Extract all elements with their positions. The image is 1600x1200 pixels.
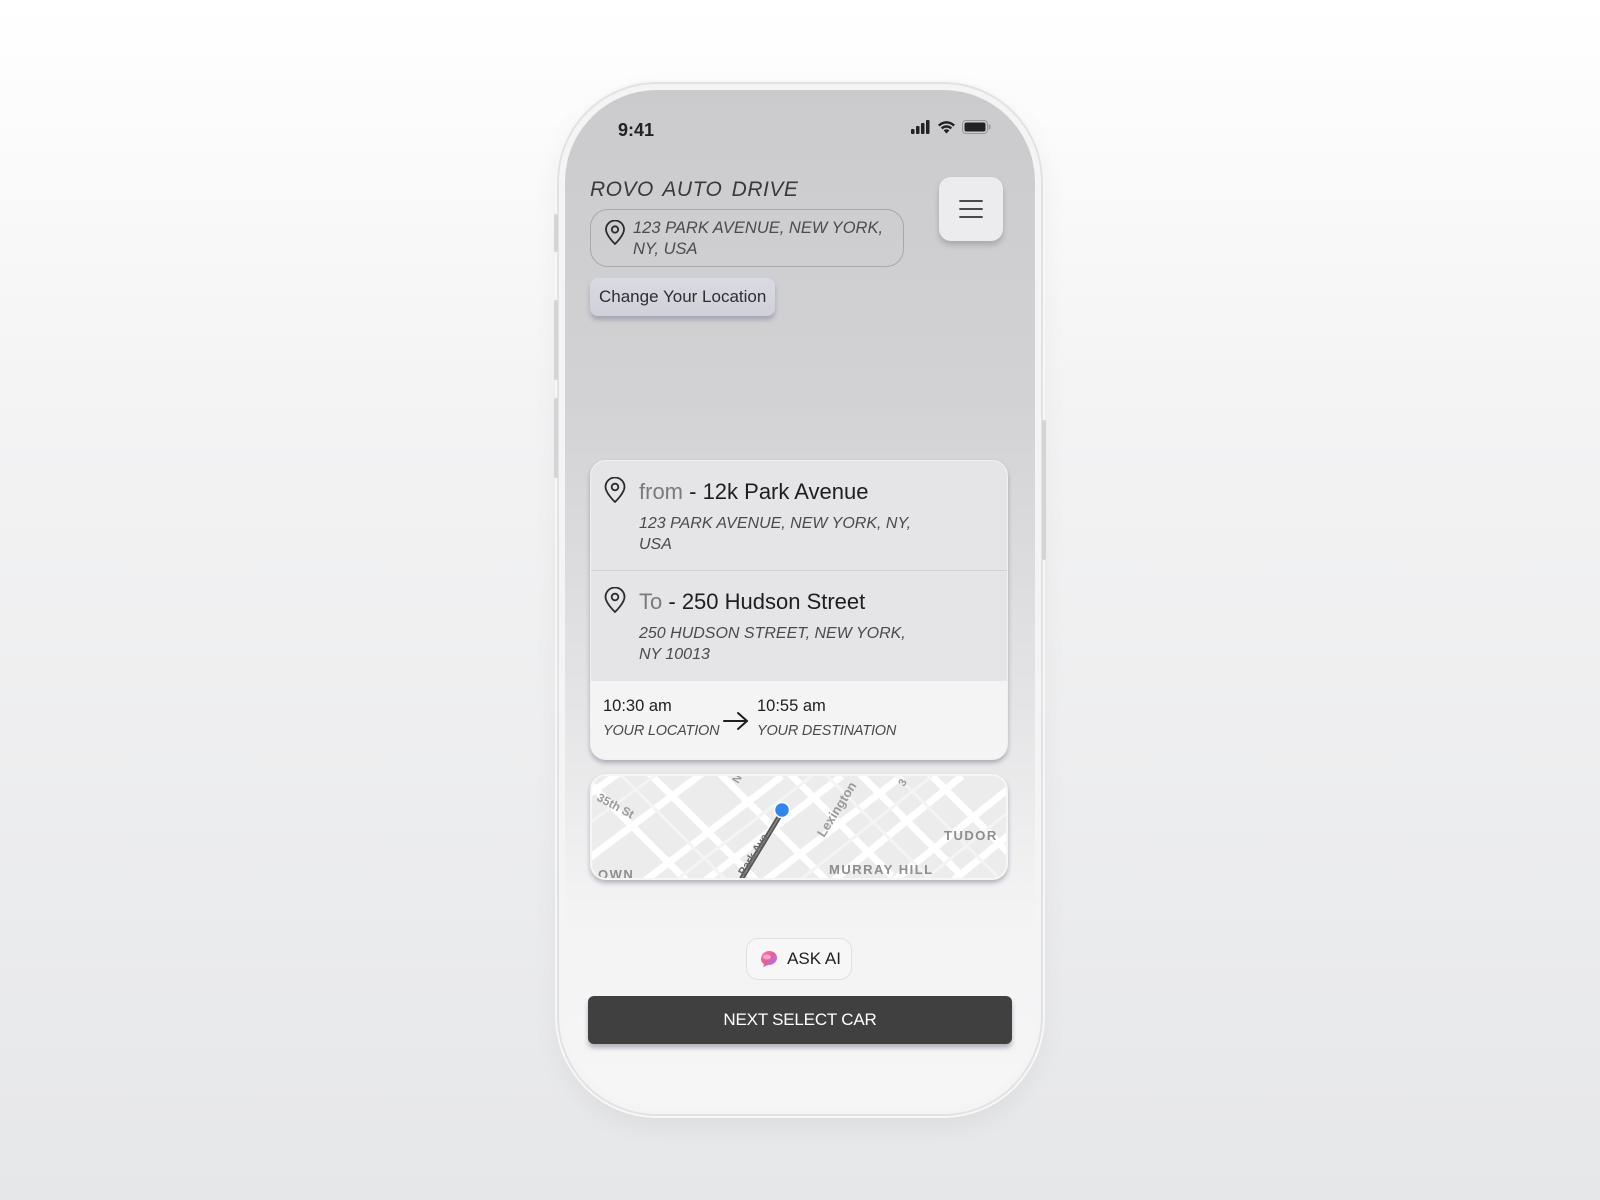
map-canvas: 35th St Lexington Park Ave TUDOR MURRAY … [592,776,1006,878]
map-label-town: OWN [598,867,634,878]
pickup-address: 123 PARK AVENUE, NEW YORK, NY, USA [639,515,912,553]
dropoff-pin-icon [603,586,627,619]
departure-label: YOUR LOCATION [603,723,720,739]
next-select-car-button[interactable]: NEXT SELECT CAR [588,996,1012,1044]
dropoff-name: - 250 Hudson Street [668,589,866,614]
trip-summary-card: from - 12k Park Avenue 123 PARK AVENUE, … [590,460,1008,760]
arrow-right-icon [723,711,749,736]
location-pin-icon [603,219,627,251]
battery-icon [962,120,991,134]
phone-frame: 9:41 ROVO AUTO DRIVE 123 PARK AVENUE, NE… [559,84,1041,1114]
mute-switch [554,214,558,252]
app-screen: 9:41 ROVO AUTO DRIVE 123 PARK AVENUE, NE… [565,90,1035,1108]
dropoff-row[interactable]: To - 250 Hudson Street 250 HUDSON STREET… [591,571,1007,681]
dropoff-prefix: To [639,589,663,614]
dropoff-address: 250 HUDSON STREET, NEW YORK, NY 10013 [639,625,906,663]
current-location-text: 123 PARK AVENUE, NEW YORK, NY, USA [633,219,884,258]
arrival-label: YOUR DESTINATION [757,723,897,739]
change-location-button[interactable]: Change Your Location [590,278,776,316]
ask-ai-label: ASK AI [787,949,841,968]
status-time: 9:41 [618,120,655,140]
app-title: ROVO AUTO DRIVE [590,178,799,201]
ai-orb-icon [761,951,778,967]
menu-button[interactable] [939,177,1003,241]
departure-time: 10:30 am [603,697,672,715]
volume-down-button [554,398,558,478]
power-button [1042,420,1046,560]
pickup-row[interactable]: from - 12k Park Avenue 123 PARK AVENUE, … [591,461,1007,571]
map-label-murray-hill: MURRAY HILL [829,862,934,877]
pickup-pin-icon [603,476,627,509]
arrival-time: 10:55 am [757,697,826,715]
map-location-pin [773,801,791,819]
ask-ai-button[interactable]: ASK AI [746,938,852,980]
pickup-heading: from - 12k Park Avenue [639,479,869,505]
pickup-prefix: from [639,479,683,504]
pickup-name: - 12k Park Avenue [689,479,869,504]
signal-icon [911,120,930,134]
current-location-field[interactable]: 123 PARK AVENUE, NEW YORK, NY, USA [590,209,904,267]
status-icons [911,120,991,134]
arrival-block: 10:55 am YOUR DESTINATION [757,697,896,739]
wifi-icon [938,121,955,134]
departure-block: 10:30 am YOUR LOCATION [603,697,720,739]
dropoff-heading: To - 250 Hudson Street [639,589,865,615]
hamburger-menu-icon [959,200,983,218]
volume-up-button [554,300,558,380]
route-map[interactable]: 35th St Lexington Park Ave TUDOR MURRAY … [590,774,1008,880]
trip-times: 10:30 am YOUR LOCATION 10:55 am YOUR DES… [591,681,1007,759]
map-label-tudor: TUDOR [944,828,998,843]
